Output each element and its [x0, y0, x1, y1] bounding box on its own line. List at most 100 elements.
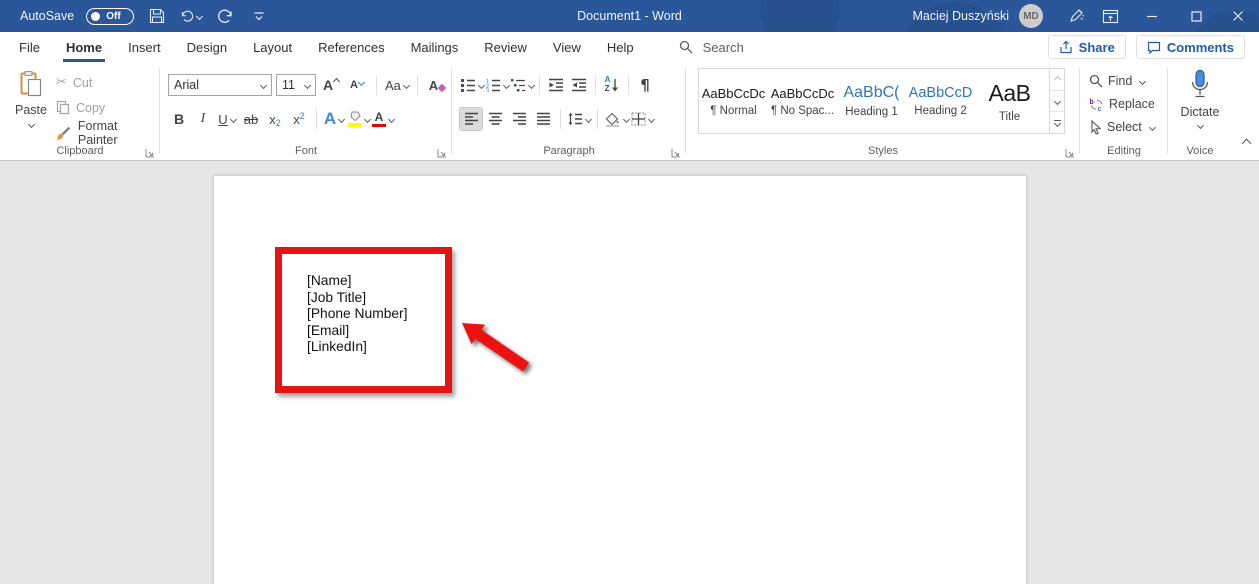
avatar[interactable]: MD [1019, 4, 1043, 28]
replace-button[interactable]: b c Replace [1089, 94, 1155, 114]
sort-button[interactable]: A Z [601, 74, 623, 96]
font-dialog-launcher-icon[interactable] [437, 145, 447, 155]
borders-chevron[interactable] [648, 115, 655, 122]
font-name-combo[interactable]: Arial [168, 74, 272, 96]
underline-button[interactable]: U [216, 108, 238, 130]
comments-button[interactable]: Comments [1136, 35, 1245, 59]
placeholder-line[interactable]: [Email] [307, 323, 445, 340]
line-spacing-button[interactable] [567, 108, 591, 130]
highlight-chevron[interactable] [364, 115, 371, 122]
style-title[interactable]: AaB Title [975, 69, 1044, 133]
tab-design[interactable]: Design [174, 32, 240, 62]
copy-button[interactable]: Copy [56, 96, 160, 119]
redo-icon[interactable] [214, 4, 236, 28]
clear-formatting-button[interactable]: A [426, 74, 448, 96]
share-button[interactable]: Share [1048, 35, 1126, 59]
placeholder-line[interactable]: [LinkedIn] [307, 339, 445, 356]
increase-indent-button[interactable] [568, 74, 590, 96]
close-button[interactable] [1221, 0, 1255, 32]
placeholder-line[interactable]: [Job Title] [307, 290, 445, 307]
bullets-button[interactable] [460, 74, 484, 96]
placeholder-line[interactable]: [Name] [307, 273, 445, 290]
styles-scroll-down[interactable] [1050, 91, 1064, 113]
justify-button[interactable] [532, 108, 554, 130]
whats-new-pen-icon[interactable] [1059, 0, 1093, 32]
borders-button[interactable] [631, 108, 654, 130]
tab-references[interactable]: References [305, 32, 397, 62]
tab-insert[interactable]: Insert [115, 32, 174, 62]
underline-glyph: U [218, 112, 227, 127]
cut-button[interactable]: ✂ Cut [56, 71, 160, 94]
underline-chevron[interactable] [230, 115, 237, 122]
show-hide-pilcrow-button[interactable]: ¶ [634, 74, 656, 96]
bold-button[interactable]: B [168, 108, 190, 130]
highlight-button[interactable] [347, 108, 370, 130]
styles-scroll-up[interactable] [1050, 69, 1064, 91]
paste-dropdown-chevron[interactable] [27, 121, 34, 128]
numbering-chevron[interactable] [503, 81, 510, 88]
autosave-toggle[interactable]: Off [86, 8, 134, 25]
shading-button[interactable] [604, 108, 629, 130]
tab-home[interactable]: Home [53, 32, 115, 62]
styles-more-button[interactable] [1050, 112, 1064, 133]
bullets-chevron[interactable] [478, 81, 485, 88]
maximize-button[interactable] [1179, 0, 1213, 32]
style-no-spacing[interactable]: AaBbCcDc ¶ No Spac... [768, 69, 837, 133]
select-button[interactable]: Select [1089, 117, 1155, 137]
grow-font-button[interactable]: A [320, 74, 342, 96]
line-spacing-chevron[interactable] [585, 115, 592, 122]
document-area[interactable]: [Name] [Job Title] [Phone Number] [Email… [0, 161, 1259, 584]
undo-dropdown-chevron[interactable] [196, 12, 203, 19]
placeholder-line[interactable]: [Phone Number] [307, 306, 445, 323]
font-size-combo[interactable]: 11 [276, 74, 316, 96]
format-painter-button[interactable]: Format Painter [56, 121, 160, 144]
style-heading2[interactable]: AaBbCcD Heading 2 [906, 69, 975, 133]
contact-placeholder-block[interactable]: [Name] [Job Title] [Phone Number] [Email… [282, 254, 445, 356]
decrease-indent-button[interactable] [545, 74, 567, 96]
strikethrough-button[interactable]: ab [240, 108, 262, 130]
undo-icon[interactable] [180, 4, 202, 28]
tab-file[interactable]: File [6, 32, 53, 62]
collapse-ribbon-chevron[interactable] [1243, 134, 1250, 152]
find-chevron[interactable] [1139, 77, 1146, 84]
paragraph-dialog-launcher-icon[interactable] [671, 145, 681, 155]
minimize-button[interactable] [1135, 0, 1169, 32]
multilevel-list-button[interactable] [510, 74, 534, 96]
style-normal[interactable]: AaBbCcDc ¶ Normal [699, 69, 768, 133]
shading-chevron[interactable] [623, 115, 630, 122]
clipboard-dialog-launcher-icon[interactable] [145, 145, 155, 155]
search-label: Search [703, 40, 744, 55]
text-effects-chevron[interactable] [338, 115, 345, 122]
select-chevron[interactable] [1149, 123, 1156, 130]
tab-review[interactable]: Review [471, 32, 540, 62]
multilevel-chevron[interactable] [528, 81, 535, 88]
save-icon[interactable] [146, 4, 168, 28]
style-heading1[interactable]: AaBbC( Heading 1 [837, 69, 906, 133]
tab-mailings[interactable]: Mailings [398, 32, 472, 62]
page[interactable]: [Name] [Job Title] [Phone Number] [Email… [213, 175, 1027, 584]
tab-view[interactable]: View [540, 32, 594, 62]
font-color-chevron[interactable] [388, 115, 395, 122]
dictate-button[interactable]: Dictate [1168, 69, 1232, 128]
align-center-button[interactable] [484, 108, 506, 130]
subscript-button[interactable]: x 2 [264, 108, 286, 130]
text-effects-button[interactable]: A [323, 108, 345, 130]
styles-dialog-launcher-icon[interactable] [1065, 145, 1075, 155]
tab-layout[interactable]: Layout [240, 32, 305, 62]
change-case-button[interactable]: Aa [385, 74, 409, 96]
numbering-button[interactable]: 123 [485, 74, 509, 96]
align-right-button[interactable] [508, 108, 530, 130]
paste-button[interactable]: Paste [8, 70, 54, 150]
tab-help[interactable]: Help [594, 32, 647, 62]
ribbon-display-options-icon[interactable] [1093, 0, 1127, 32]
align-left-button[interactable] [460, 108, 482, 130]
shrink-font-button[interactable]: A [346, 74, 368, 96]
user-name[interactable]: Maciej Duszyński [912, 9, 1009, 23]
font-color-button[interactable]: A [372, 108, 394, 130]
superscript-button[interactable]: x 2 [288, 108, 310, 130]
customize-toolbar-icon[interactable] [248, 4, 270, 28]
dictate-chevron[interactable] [1196, 122, 1203, 129]
search-input[interactable]: Search [679, 32, 744, 62]
italic-button[interactable]: I [192, 108, 214, 130]
find-button[interactable]: Find [1089, 71, 1145, 91]
